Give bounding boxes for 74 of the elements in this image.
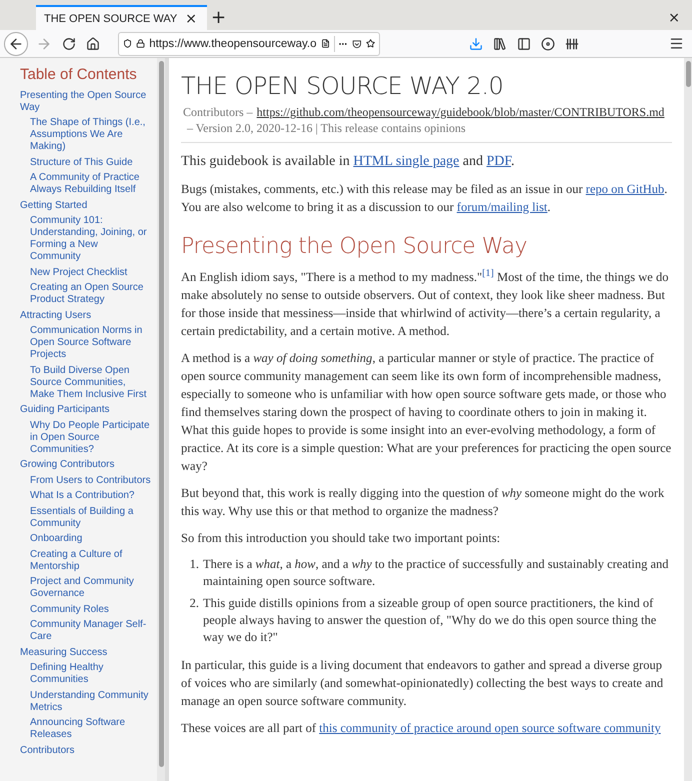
toc-link[interactable]: Announcing Software Releases xyxy=(30,716,151,743)
paragraph: Bugs (mistakes, comments, etc.) with this release may be filed as an issue in our repo on GitHub. You are also welcome to bring it as a discussion to our forum/mailing list. xyxy=(181,181,668,216)
toc-link[interactable]: To Build Diverse Open Source Communities, Make Them Inclusive First xyxy=(30,363,151,402)
toc-link[interactable]: Structure of This Guide xyxy=(30,155,151,170)
menu-icon xyxy=(669,36,684,51)
paragraph: These voices are all part of this community of practice around open source software community xyxy=(181,720,662,738)
toc-link[interactable]: Guiding Participants xyxy=(20,402,151,418)
toc-link[interactable]: Community 101: Understanding, Joining, or Forming a New Community xyxy=(30,214,151,265)
toc-link[interactable]: The Shape of Things (I.e., Assumptions We Are Making) xyxy=(30,116,151,155)
toc-title: Table of Contents xyxy=(20,66,138,83)
footnote-link[interactable]: [1] xyxy=(482,268,494,279)
bars-icon xyxy=(564,36,578,50)
star-icon[interactable] xyxy=(366,37,376,50)
text-link[interactable]: this community of practice around open source software community xyxy=(319,721,661,736)
library-icon xyxy=(492,36,506,50)
list-number: 2. xyxy=(188,595,199,612)
toc-link[interactable]: Communication Norms in Open Source Software Projects xyxy=(30,324,151,363)
close-window-button[interactable]: × xyxy=(664,10,684,24)
version-line: – Version 2.0, 2020-12-16 | This release contains opinions xyxy=(186,120,467,136)
toc-link[interactable]: Getting Started xyxy=(20,198,151,214)
toc-link[interactable]: A Community of Practice Always Rebuilding Itself xyxy=(30,170,151,198)
paragraph: A method is a way of doing something, a particular manner or style of practice. The practice of open source community management can seem like its own form of incomprehensible madness, especially to someone who is unfamiliar with how open source software gets made, or those who find themselves staring down the prospect of having to coordinate others to join in making it. What this guide hopes to provide is some insight into an ever-evolving methodology, a form of practice. At its core is a simple question: What are your preferences for practicing the open source way? xyxy=(181,350,672,476)
text-link[interactable]: repo on GitHub xyxy=(586,182,664,196)
contributors-link[interactable]: https://github.com/theopensourceway/guidebook/blob/master/CONTRIBUTORS.md xyxy=(256,105,664,119)
forward-arrow-icon xyxy=(36,36,52,52)
paragraph: In particular, this guide is a living document that endeavors to gather and spread a diverse group of voices who are similarly (and somewhat-opinionatedly) collecting the best ways to create and manage an open source software community. xyxy=(181,657,664,710)
toc-link[interactable]: Onboarding xyxy=(30,532,151,547)
new-tab-button[interactable]: + xyxy=(206,8,230,26)
toc-link[interactable]: Creating an Open Source Product Strategy xyxy=(30,280,151,308)
reload-icon xyxy=(62,36,76,50)
toc-link[interactable]: From Users to Contributors xyxy=(30,473,151,488)
browser-tab[interactable]: THE OPEN SOURCE WAY × xyxy=(36,5,207,30)
back-button[interactable] xyxy=(4,32,28,56)
toc-link[interactable]: Essentials of Building a Community xyxy=(30,504,151,532)
download-icon xyxy=(468,36,482,50)
toc-link[interactable]: Project and Community Governance xyxy=(30,574,151,602)
list-number: 1. xyxy=(188,556,199,574)
shield-icon xyxy=(123,37,132,50)
toc-link[interactable]: Understanding Community Metrics xyxy=(30,688,151,716)
lock-icon xyxy=(136,37,146,50)
reader-view-icon[interactable] xyxy=(320,37,330,50)
byline-label: Contributors – xyxy=(183,105,253,119)
page-title: THE OPEN SOURCE WAY 2.0 xyxy=(181,72,504,100)
toc-link[interactable]: New Project Checklist xyxy=(30,265,151,280)
close-tab-button[interactable]: × xyxy=(181,12,201,26)
list-item-text: This guide distills opinions from a sizeable group of open source practitioners, the kind of people always having to answer the question of, "Why do we do this open source thing the way we do it?" xyxy=(203,595,658,646)
address-bar[interactable]: https://www.theopensourceway.o xyxy=(118,32,380,56)
toc-link[interactable]: Community Roles xyxy=(30,602,151,618)
text-link[interactable]: PDF xyxy=(486,154,512,169)
toc-link[interactable]: Growing Contributors xyxy=(20,458,151,473)
home-button[interactable] xyxy=(84,34,102,52)
text-link[interactable]: forum/mailing list xyxy=(456,200,548,214)
toc-link[interactable]: Attracting Users xyxy=(20,308,151,324)
paragraph: So from this introduction you should take two important points: xyxy=(181,530,502,548)
toc-link[interactable]: Creating a Culture of Mentorship xyxy=(30,547,151,574)
toc-link[interactable]: Defining Healthy Communities xyxy=(30,660,151,688)
toc-link[interactable]: Measuring Success xyxy=(20,645,151,660)
paragraph: But beyond that, this work is really digging into the question of why someone might do the work this way. Why use this or that method to organize the madness? xyxy=(181,485,666,520)
tab-title: THE OPEN SOURCE WAY xyxy=(44,12,178,24)
sidebar-icon xyxy=(516,36,530,50)
home-icon xyxy=(86,36,100,50)
toc-link[interactable]: Community Manager Self-Care xyxy=(30,618,151,645)
section-heading: Presenting the Open Source Way xyxy=(181,234,528,259)
paragraph: An English idiom says, "There is a method to my madness."$^{[1]}$ Most of the time, the things we do make absolutely no sense to outside observers. Out of context, they look like sheer madness. But for those inside that messiness—inside that whirlwind of activity—there’s a certain regularity, a certain predictability, and a certain motive. A method. xyxy=(181,267,670,340)
paragraph: This guidebook is available in HTML single page and PDF. xyxy=(181,153,516,171)
disc-button[interactable] xyxy=(538,34,556,52)
list-item-text: There is a what, a how, and a why to the practice of successfully and sustainably creating and maintaining open source software. xyxy=(203,556,670,590)
toc-link[interactable]: Why Do People Participate in Open Source Communities? xyxy=(30,418,151,458)
text-link[interactable]: HTML single page xyxy=(353,154,460,169)
toc-link[interactable]: What Is a Contribution? xyxy=(30,488,151,504)
toc-link[interactable]: Presenting the Open Source Way xyxy=(20,88,151,116)
toc-link[interactable]: Contributors xyxy=(20,743,151,758)
url-text: https://www.theopensourceway.o xyxy=(149,38,316,50)
disc-icon xyxy=(540,36,554,50)
